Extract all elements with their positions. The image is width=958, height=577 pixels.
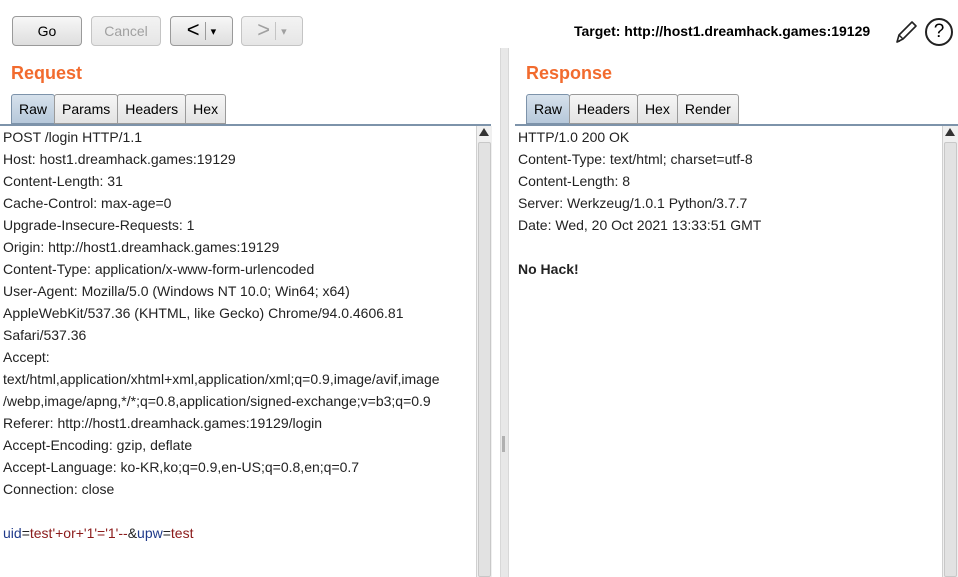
- response-scrollbar[interactable]: [942, 126, 958, 577]
- request-line: Cache-Control: max-age=0: [3, 195, 172, 211]
- help-icon[interactable]: ?: [925, 18, 953, 46]
- response-tab-raw[interactable]: Raw: [526, 94, 571, 124]
- request-line: Safari/537.36: [3, 327, 87, 343]
- response-line: HTTP/1.0 200 OK: [518, 129, 630, 145]
- param-key: uid: [3, 525, 22, 541]
- separator: [204, 22, 206, 40]
- request-body: uid=test'+or+'1'='1'--&upw=test: [0, 522, 476, 544]
- param-key: upw: [137, 525, 163, 541]
- scroll-thumb[interactable]: [478, 142, 491, 577]
- split-divider[interactable]: [500, 48, 509, 577]
- request-line: User-Agent: Mozilla/5.0 (Windows NT 10.0…: [3, 283, 350, 299]
- request-line: AppleWebKit/537.36 (KHTML, like Gecko) C…: [3, 305, 404, 321]
- request-line: /webp,image/apng,*/*;q=0.8,application/s…: [3, 393, 431, 409]
- param-eq: =: [21, 525, 30, 541]
- response-line: Content-Length: 8: [518, 173, 631, 189]
- request-line: Upgrade-Insecure-Requests: 1: [3, 217, 195, 233]
- request-line: Content-Type: application/x-www-form-url…: [3, 261, 315, 277]
- request-tab-raw[interactable]: Raw: [11, 94, 56, 124]
- go-button-label: Go: [37, 23, 57, 39]
- response-line: Content-Type: text/html; charset=utf-8: [518, 151, 753, 167]
- cancel-button[interactable]: Cancel: [91, 16, 161, 46]
- response-tab-render[interactable]: Render: [676, 94, 739, 124]
- request-editor[interactable]: POST /login HTTP/1.1 Host: host1.dreamhac…: [0, 126, 476, 577]
- request-tab-hex[interactable]: Hex: [185, 94, 227, 124]
- response-line: Server: Werkzeug/1.0.1 Python/3.7.7: [518, 195, 748, 211]
- response-tabs: Raw Headers Hex Render: [526, 94, 739, 125]
- forward-arrow-icon: >: [257, 16, 271, 42]
- request-line: Accept-Language: ko-KR,ko;q=0.9,en-US;q=…: [3, 459, 360, 475]
- request-tabs: Raw Params Headers Hex: [11, 94, 227, 125]
- separator: [275, 22, 277, 40]
- chevron-down-icon[interactable]: ▾: [211, 25, 217, 38]
- request-tab-params[interactable]: Params: [54, 94, 119, 124]
- chevron-down-icon[interactable]: ▾: [281, 25, 287, 38]
- request-line: text/html,application/xhtml+xml,applicat…: [3, 371, 440, 387]
- response-line: [515, 236, 942, 258]
- request-title: Request: [11, 63, 83, 83]
- go-button[interactable]: Go: [12, 16, 82, 46]
- cancel-button-label: Cancel: [104, 23, 148, 39]
- forward-button[interactable]: > ▾: [241, 16, 303, 46]
- request-line: Origin: http://host1.dreamhack.games:191…: [3, 239, 280, 255]
- back-arrow-icon: <: [186, 16, 200, 42]
- response-tab-hex[interactable]: Hex: [636, 94, 678, 124]
- request-lines: POST /login HTTP/1.1 Host: host1.dreamhac…: [0, 126, 476, 522]
- request-line: Connection: close: [3, 481, 115, 497]
- response-title: Response: [526, 63, 613, 83]
- toolbar: Go Cancel < ▾ > ▾ Target: http://host1.d…: [0, 0, 958, 62]
- request-line: Accept:: [3, 349, 50, 365]
- back-button[interactable]: < ▾: [170, 16, 233, 46]
- request-line: [0, 500, 476, 522]
- response-body: No Hack!: [518, 261, 579, 277]
- response-lines: HTTP/1.0 200 OK Content-Type: text/html; …: [515, 126, 942, 258]
- scroll-up-icon[interactable]: [479, 128, 489, 136]
- pencil-icon[interactable]: [893, 18, 919, 46]
- request-line: Referer: http://host1.dreamhack.games:19…: [3, 415, 323, 431]
- response-tab-headers[interactable]: Headers: [569, 94, 638, 124]
- target-label: Target: http://host1.dreamhack.games:191…: [574, 23, 871, 39]
- request-scrollbar[interactable]: [476, 126, 492, 577]
- request-tab-headers[interactable]: Headers: [117, 94, 187, 124]
- response-line: Date: Wed, 20 Oct 2021 13:33:51 GMT: [518, 217, 762, 233]
- response-editor[interactable]: HTTP/1.0 200 OK Content-Type: text/html; …: [515, 126, 942, 577]
- request-line: Content-Length: 31: [3, 173, 123, 189]
- param-eq: =: [162, 525, 171, 541]
- param-value: test'+or+'1'='1'--: [29, 525, 128, 541]
- divider-grip[interactable]: [502, 436, 505, 452]
- scroll-thumb[interactable]: [944, 142, 957, 577]
- request-line: POST /login HTTP/1.1: [3, 129, 143, 145]
- param-amp: &: [127, 525, 138, 541]
- request-line: Host: host1.dreamhack.games:19129: [3, 151, 236, 167]
- request-line: Accept-Encoding: gzip, deflate: [3, 437, 193, 453]
- scroll-up-icon[interactable]: [945, 128, 955, 136]
- param-value: test: [170, 525, 194, 541]
